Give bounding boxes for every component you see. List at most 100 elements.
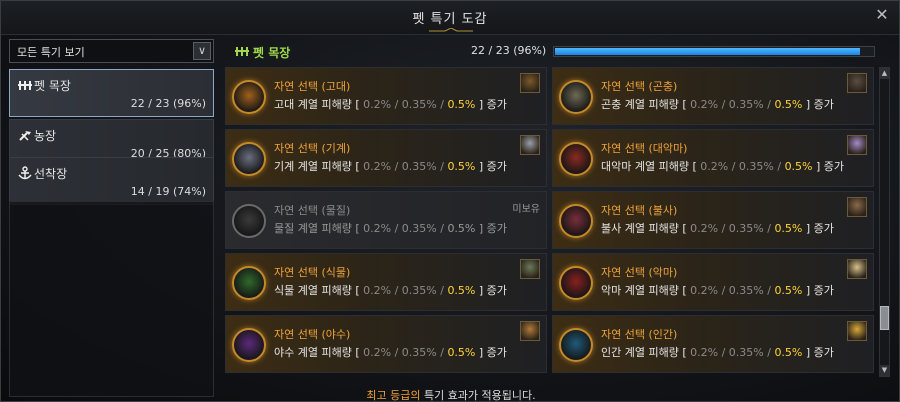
skill-value-v1: 0.2%: [700, 160, 729, 173]
skill-value-desc_prefix: 기계 계열 피해량 [: [274, 160, 364, 173]
sidebar-item-pet-ranch[interactable]: 펫 목장 22 / 23 (96%): [9, 69, 214, 117]
skill-emblem-icon: [559, 328, 593, 362]
skill-value-v2: 0.35%: [401, 222, 437, 235]
value-separator: /: [718, 222, 729, 235]
sidebar-item-count: 22 / 23 (96%): [130, 97, 206, 110]
skill-description: 곤충 계열 피해량 [ 0.2% / 0.35% / 0.5% ] 증가: [601, 96, 834, 112]
skill-value-v2: 0.35%: [728, 222, 764, 235]
section-count: 22 / 23 (96%): [471, 44, 547, 57]
skill-value-v1: 0.2%: [363, 346, 392, 359]
skill-value-v3: 0.5%: [774, 222, 803, 235]
sidebar-empty-area: [9, 201, 214, 397]
footer-note: 최고 등급의 특기 효과가 적용됩니다.: [1, 387, 900, 402]
skill-emblem-icon: [232, 80, 266, 114]
pet-portrait-icon: [847, 135, 867, 155]
sidebar-item-count: 14 / 19 (74%): [130, 185, 206, 198]
skill-card[interactable]: 자연 선택 (곤충) 곤충 계열 피해량 [ 0.2% / 0.35% / 0.5…: [552, 67, 874, 125]
skill-value-desc_prefix: 물질 계열 피해량 [: [274, 222, 364, 235]
skill-value-v2: 0.35%: [401, 160, 437, 173]
value-separator: /: [436, 98, 448, 111]
skill-card[interactable]: 자연 선택 (식물) 식물 계열 피해량 [ 0.2% / 0.35% / 0.5…: [225, 253, 547, 311]
value-separator: /: [436, 222, 448, 235]
value-separator: /: [728, 160, 739, 173]
pet-ranch-icon: [235, 47, 249, 56]
skill-value-desc_suffix: ] 증가: [802, 98, 834, 111]
scroll-down-icon[interactable]: ▼: [880, 365, 889, 376]
value-separator: /: [773, 160, 785, 173]
sidebar-item-label: 선착장: [34, 167, 68, 181]
skill-value-desc_suffix: ] 증가: [802, 222, 834, 235]
skill-card[interactable]: 자연 선택 (악마) 악마 계열 피해량 [ 0.2% / 0.35% / 0.5…: [552, 253, 874, 311]
skill-card[interactable]: 자연 선택 (대악마) 대악마 계열 피해량 [ 0.2% / 0.35% / 0…: [552, 129, 874, 187]
skill-value-v1: 0.2%: [690, 284, 719, 297]
skill-value-v1: 0.2%: [363, 98, 392, 111]
anchor-icon: [18, 166, 32, 180]
sidebar-item-dock[interactable]: 선착장 14 / 19 (74%): [9, 157, 214, 205]
skill-value-desc_prefix: 대악마 계열 피해량 [: [601, 160, 701, 173]
skill-value-desc_prefix: 식물 계열 피해량 [: [274, 284, 364, 297]
skill-name: 자연 선택 (물질): [274, 204, 351, 217]
filter-selected-value: 모든 특기 보기: [17, 46, 85, 59]
skill-value-v3: 0.5%: [774, 284, 803, 297]
skill-name: 자연 선택 (곤충): [601, 80, 678, 93]
value-separator: /: [718, 346, 729, 359]
skill-value-v1: 0.2%: [690, 98, 719, 111]
value-separator: /: [763, 222, 775, 235]
skill-emblem-icon: [559, 142, 593, 176]
skill-value-v1: 0.2%: [363, 284, 392, 297]
pet-portrait-icon: [847, 73, 867, 93]
skill-card[interactable]: 자연 선택 (불사) 불사 계열 피해량 [ 0.2% / 0.35% / 0.5…: [552, 191, 874, 249]
skill-card-grid: 자연 선택 (고대) 고대 계열 피해량 [ 0.2% / 0.35% / 0.5…: [225, 67, 875, 377]
skill-value-v3: 0.5%: [447, 98, 476, 111]
skill-description: 물질 계열 피해량 [ 0.2% / 0.35% / 0.5% ] 증가: [274, 220, 507, 236]
skill-value-v2: 0.35%: [738, 160, 774, 173]
skill-value-desc_prefix: 악마 계열 피해량 [: [601, 284, 691, 297]
value-separator: /: [763, 346, 775, 359]
skill-value-desc_suffix: ] 증가: [475, 346, 507, 359]
footer-highlight: 최고 등급의: [366, 389, 421, 402]
skill-value-v3: 0.5%: [447, 160, 476, 173]
skill-description: 야수 계열 피해량 [ 0.2% / 0.35% / 0.5% ] 증가: [274, 344, 507, 360]
chevron-down-icon[interactable]: ∨: [193, 42, 211, 60]
close-icon[interactable]: ✕: [873, 6, 891, 24]
skill-value-v2: 0.35%: [728, 284, 764, 297]
sidebar: 모든 특기 보기 ∨ 펫 목장 22 / 23 (96%) 농장 20 / 25…: [9, 39, 215, 397]
pet-portrait-icon: [847, 197, 867, 217]
skill-card[interactable]: 자연 선택 (인간) 인간 계열 피해량 [ 0.2% / 0.35% / 0.5…: [552, 315, 874, 373]
skill-value-desc_prefix: 야수 계열 피해량 [: [274, 346, 364, 359]
skill-name: 자연 선택 (대악마): [601, 142, 688, 155]
filter-dropdown[interactable]: 모든 특기 보기 ∨: [9, 39, 214, 63]
value-separator: /: [391, 284, 402, 297]
skill-description: 불사 계열 피해량 [ 0.2% / 0.35% / 0.5% ] 증가: [601, 220, 834, 236]
value-separator: /: [391, 346, 402, 359]
skill-card[interactable]: 자연 선택 (기계) 기계 계열 피해량 [ 0.2% / 0.35% / 0.5…: [225, 129, 547, 187]
sidebar-item-label: 농장: [34, 129, 57, 143]
skill-card[interactable]: 자연 선택 (고대) 고대 계열 피해량 [ 0.2% / 0.35% / 0.5…: [225, 67, 547, 125]
pet-portrait-icon: [847, 259, 867, 279]
skill-card[interactable]: 자연 선택 (물질) 물질 계열 피해량 [ 0.2% / 0.35% / 0.5…: [225, 191, 547, 249]
skill-value-v2: 0.35%: [728, 98, 764, 111]
skill-card[interactable]: 자연 선택 (야수) 야수 계열 피해량 [ 0.2% / 0.35% / 0.5…: [225, 315, 547, 373]
scroll-up-icon[interactable]: ▲: [880, 68, 889, 79]
skill-value-desc_prefix: 불사 계열 피해량 [: [601, 222, 691, 235]
skill-name: 자연 선택 (야수): [274, 328, 351, 341]
skill-emblem-icon: [232, 142, 266, 176]
progress-fill: [555, 48, 861, 55]
skill-value-desc_suffix: ] 증가: [802, 284, 834, 297]
value-separator: /: [391, 222, 402, 235]
skill-name: 자연 선택 (불사): [601, 204, 678, 217]
skill-value-desc_prefix: 곤충 계열 피해량 [: [601, 98, 691, 111]
scrollbar-thumb[interactable]: [880, 306, 889, 330]
value-separator: /: [718, 284, 729, 297]
skill-value-v1: 0.2%: [690, 222, 719, 235]
skill-value-v3: 0.5%: [447, 346, 476, 359]
skill-name: 자연 선택 (고대): [274, 80, 351, 93]
scrollbar[interactable]: ▲ ▼: [879, 67, 890, 377]
skill-value-desc_suffix: ] 증가: [812, 160, 845, 173]
skill-description: 대악마 계열 피해량 [ 0.2% / 0.35% / 0.5% ] 증가: [601, 158, 844, 174]
skill-value-v3: 0.5%: [774, 346, 803, 359]
skill-value-v1: 0.2%: [690, 346, 719, 359]
skill-value-desc_suffix: ] 증가: [475, 98, 507, 111]
skill-emblem-icon: [559, 80, 593, 114]
value-separator: /: [391, 98, 402, 111]
